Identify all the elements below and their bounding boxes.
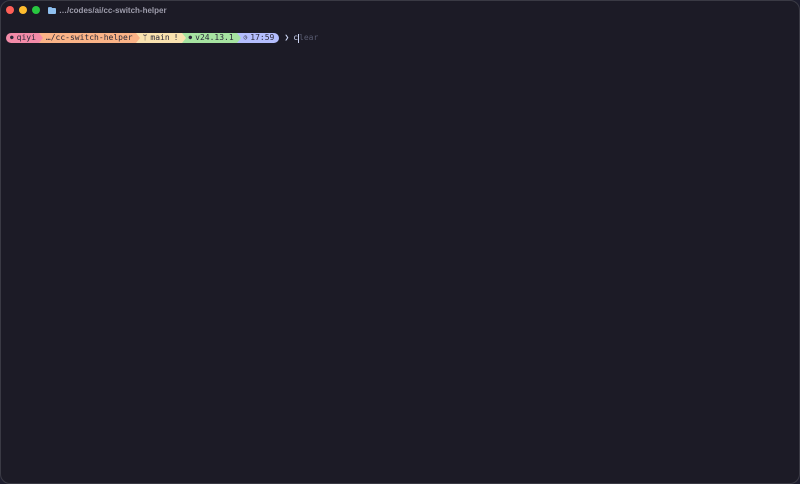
shell-prompt: ● qiyi …/cc-switch-helper ᛘ main ! ● v24… — [6, 33, 318, 43]
prompt-time-segment: ◷ 17:59 — [240, 33, 280, 43]
window-title-text: …/codes/ai/cc-switch-helper — [59, 5, 167, 15]
prompt-time: 17:59 — [250, 33, 275, 42]
prompt-node-segment: ● v24.13.1 — [185, 33, 237, 43]
title-bar[interactable]: …/codes/ai/cc-switch-helper — [1, 1, 799, 19]
apple-icon: ● — [10, 34, 14, 41]
node-icon: ● — [188, 34, 193, 41]
folder-icon — [48, 6, 56, 14]
close-button[interactable] — [6, 6, 14, 14]
terminal-window: …/codes/ai/cc-switch-helper ● qiyi …/cc-… — [0, 0, 800, 484]
prompt-path: …/cc-switch-helper — [45, 33, 133, 42]
prompt-user-segment: ● qiyi — [6, 33, 39, 43]
prompt-user: qiyi — [16, 33, 36, 42]
git-branch-icon: ᛘ — [142, 33, 148, 42]
autosuggestion-text: lear — [299, 33, 319, 42]
prompt-path-segment: …/cc-switch-helper — [42, 33, 136, 43]
prompt-git-branch: main — [150, 33, 170, 42]
prompt-git-segment: ᛘ main ! — [139, 33, 182, 43]
minimize-button[interactable] — [19, 6, 27, 14]
window-controls — [6, 6, 40, 14]
clock-icon: ◷ — [243, 34, 248, 41]
prompt-node-version: v24.13.1 — [195, 33, 234, 42]
window-title: …/codes/ai/cc-switch-helper — [48, 6, 167, 15]
prompt-git-status: ! — [173, 33, 179, 42]
zoom-button[interactable] — [32, 6, 40, 14]
prompt-caret: ❯ — [284, 33, 290, 42]
command-input[interactable]: c lear — [293, 33, 318, 43]
